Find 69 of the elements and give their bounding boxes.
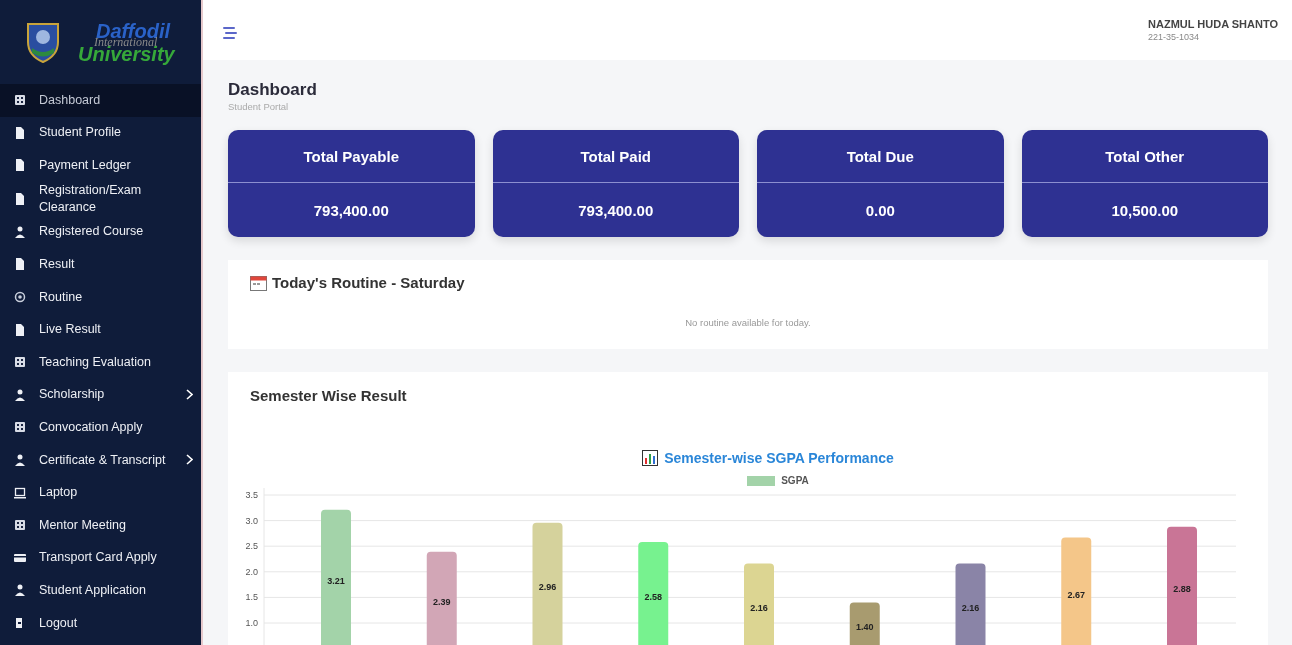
sidebar-item[interactable]: Student Profile [0, 116, 201, 150]
sidebar-item[interactable]: Scholarship [0, 378, 201, 412]
card-label: Total Other [1021, 130, 1268, 183]
student-id: 221-35-1034 [1148, 32, 1200, 42]
card-value: 0.00 [864, 200, 896, 221]
card-label: Total Due [757, 130, 1004, 183]
card-label: Total Paid [492, 130, 739, 183]
grid-icon [14, 94, 26, 107]
result-title: Semester Wise Result [250, 387, 407, 404]
sidebar-item[interactable]: Mentor Meeting [0, 508, 201, 542]
sidebar-item[interactable]: Routine [0, 280, 201, 314]
axis-tick-label: 1.5 [245, 592, 258, 603]
sidebar-item[interactable]: Payment Ledger [0, 149, 201, 182]
sidebar-item[interactable]: Live Result [0, 313, 201, 346]
sidebar-item[interactable]: Convocation Apply [0, 411, 201, 444]
bar-chart-icon [642, 450, 659, 466]
data-label: 2.67 [1067, 589, 1085, 600]
sidebar-item[interactable]: Registered Course [0, 215, 201, 249]
menu-icon[interactable] [223, 27, 237, 39]
sidebar-item[interactable]: Result [0, 248, 201, 281]
document-icon [14, 126, 26, 139]
page-subtitle: Student Portal [228, 101, 290, 112]
axis-tick-label: 2.5 [245, 541, 258, 552]
sidebar-item[interactable]: Certificate & Transcript [0, 443, 201, 477]
legend-label: SGPA [781, 475, 809, 486]
document-icon [14, 192, 26, 205]
card-icon [14, 551, 26, 564]
sidebar-item[interactable]: Laptop [0, 476, 201, 509]
person-icon [14, 454, 26, 466]
data-label: 2.96 [538, 582, 557, 593]
person-icon [14, 584, 26, 597]
crest-logo-icon [24, 20, 62, 64]
card-value: 793,400.00 [312, 200, 390, 221]
grid-icon [14, 519, 26, 532]
card-label: Total Payable [228, 130, 475, 183]
routine-title: Today's Routine - Saturday [272, 274, 465, 291]
empty-message: No routine available for today. [684, 317, 812, 328]
sidebar-item[interactable]: Teaching Evaluation [0, 345, 201, 379]
data-label: 2.58 [644, 592, 662, 603]
sidebar-item[interactable]: Registration/Exam Clearance [0, 181, 201, 216]
card-value: 10,500.00 [1110, 200, 1180, 221]
data-label: 2.16 [750, 602, 768, 613]
grid-icon [14, 421, 26, 434]
data-label: 2.16 [961, 602, 980, 613]
sidebar-item[interactable]: Dashboard [0, 84, 201, 117]
document-icon [14, 323, 26, 336]
ring-icon [14, 291, 26, 303]
data-label: 3.21 [327, 576, 345, 586]
page-title: Dashboard [228, 80, 318, 100]
axis-tick-label: 3.5 [245, 490, 258, 500]
card-value: 793,400.00 [577, 200, 655, 221]
person-icon [14, 225, 26, 238]
calendar-icon [250, 274, 267, 291]
laptop-icon [14, 486, 26, 499]
sidebar-item[interactable]: Transport Card Apply [0, 541, 201, 575]
axis-tick-label: 2.0 [245, 566, 258, 577]
axis-tick-label: 1.0 [245, 618, 258, 628]
person-icon [14, 388, 26, 401]
data-label: 1.40 [856, 622, 874, 633]
document-icon [14, 258, 26, 271]
user-name: NAZMUL HUDA SHANTO [1148, 18, 1278, 30]
data-label: 2.39 [433, 597, 451, 607]
document-icon [14, 159, 26, 172]
grid-icon [14, 356, 26, 369]
sidebar-item[interactable]: Student Application [0, 574, 201, 607]
data-label: 2.88 [1173, 584, 1191, 595]
axis-tick-label: 3.0 [245, 515, 258, 526]
chart-title: Semester-wise SGPA Performance [664, 450, 894, 466]
sidebar-item[interactable]: Logout [0, 606, 201, 640]
